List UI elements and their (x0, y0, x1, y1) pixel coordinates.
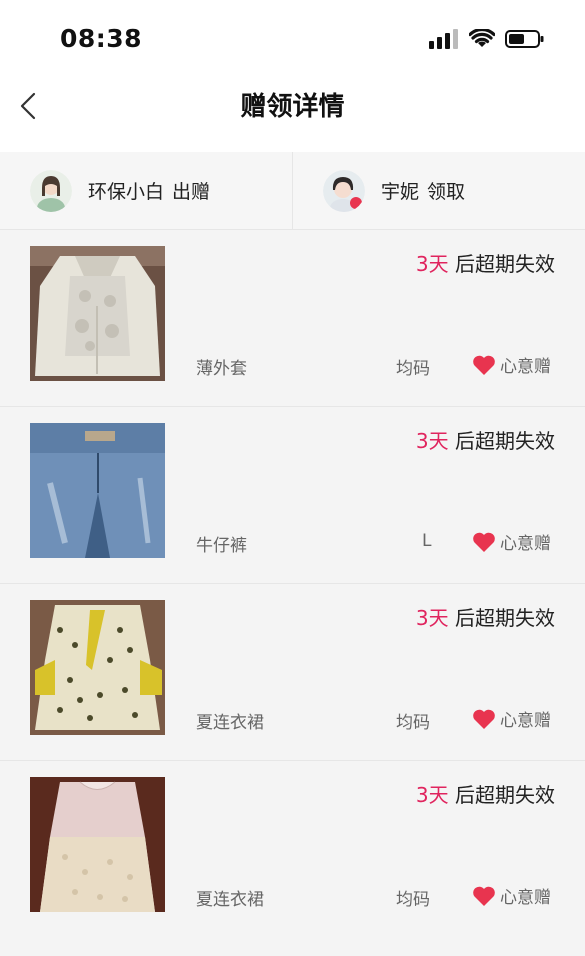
expiry-text: 3天 后超期失效 (416, 248, 555, 277)
list-item[interactable]: 3天 后超期失效 夏连衣裙 均码 心意赠 (0, 584, 585, 761)
heart-icon (473, 886, 495, 906)
gift-type-badge: 心意赠 (472, 883, 551, 908)
signal-icon (429, 29, 458, 49)
expiry-days: 3天 (415, 606, 449, 630)
status-time: 08:38 (60, 24, 143, 53)
status-icons (429, 28, 545, 50)
list-item[interactable]: 3天 后超期失效 夏连衣裙 均码 心意赠 (0, 761, 585, 938)
giver-avatar (30, 169, 72, 212)
item-size: L (422, 531, 432, 551)
gift-type-label: 心意赠 (500, 711, 551, 731)
list-item[interactable]: 3天 后超期失效 牛仔裤 L 心意赠 (0, 407, 585, 584)
expiry-days: 3天 (415, 429, 449, 453)
item-name: 夏连衣裙 (196, 713, 264, 733)
item-name: 牛仔裤 (196, 536, 247, 556)
battery-icon (505, 30, 544, 48)
item-thumbnail-floral-dress (30, 600, 165, 735)
gift-type-badge: 心意赠 (472, 529, 551, 554)
item-name: 薄外套 (196, 359, 247, 379)
item-thumbnail-cardigan (30, 246, 165, 381)
gift-type-label: 心意赠 (500, 534, 551, 554)
expiry-text: 3天 后超期失效 (416, 602, 555, 631)
giver-name: 环保小白 (88, 181, 165, 203)
receiver-info[interactable]: 宇妮 领取 (292, 152, 585, 229)
status-bar: 08:38 (0, 0, 585, 74)
expiry-suffix: 后超期失效 (448, 783, 555, 807)
heart-icon (473, 532, 495, 552)
page-title: 赠领详情 (240, 92, 345, 122)
expiry-suffix: 后超期失效 (448, 606, 555, 630)
item-size: 均码 (396, 359, 430, 379)
giver-info[interactable]: 环保小白 出赠 (0, 152, 292, 229)
gift-type-badge: 心意赠 (472, 706, 551, 731)
wifi-icon (469, 29, 495, 47)
gift-type-label: 心意赠 (500, 888, 551, 908)
heart-icon (473, 355, 495, 375)
item-size: 均码 (396, 890, 430, 910)
giver-role: 出赠 (172, 181, 211, 203)
receiver-name: 宇妮 (381, 181, 420, 203)
receiver-avatar (323, 169, 365, 212)
nav-bar: 赠领详情 (0, 74, 585, 152)
expiry-suffix: 后超期失效 (448, 252, 555, 276)
expiry-suffix: 后超期失效 (448, 429, 555, 453)
heart-icon (473, 709, 495, 729)
item-thumbnail-jeans (30, 423, 165, 558)
expiry-days: 3天 (415, 783, 449, 807)
expiry-text: 3天 后超期失效 (416, 779, 555, 808)
gift-item-list: 3天 后超期失效 薄外套 均码 心意赠 3天 后超期失效 牛仔裤 L 心意赠 3… (0, 230, 585, 938)
item-thumbnail-pink-dress (30, 777, 165, 912)
gift-type-badge: 心意赠 (472, 352, 551, 377)
receiver-role: 领取 (427, 181, 466, 203)
item-size: 均码 (396, 713, 430, 733)
gift-type-label: 心意赠 (500, 357, 551, 377)
expiry-days: 3天 (415, 252, 449, 276)
parties-bar: 环保小白 出赠 宇妮 领取 (0, 152, 585, 230)
item-name: 夏连衣裙 (196, 890, 264, 910)
list-item[interactable]: 3天 后超期失效 薄外套 均码 心意赠 (0, 230, 585, 407)
expiry-text: 3天 后超期失效 (416, 425, 555, 454)
